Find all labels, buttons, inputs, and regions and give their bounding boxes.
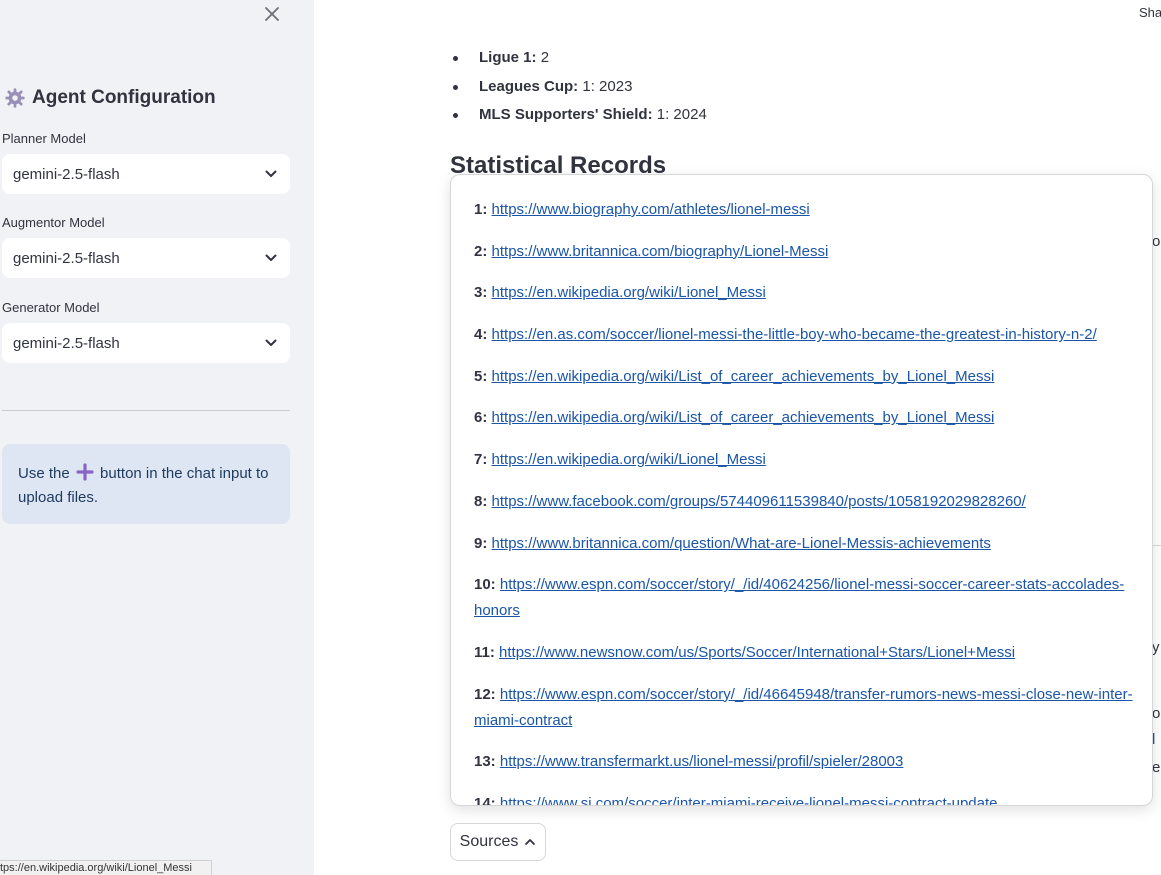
clipped-text-fragment: y [1152,639,1160,656]
chevron-down-icon [265,339,277,346]
list-item: Ligue 1: 2 [450,44,707,73]
source-item: 7: https://en.wikipedia.org/wiki/Lionel_… [474,447,1134,473]
generator-model-value: gemini-2.5-flash [13,334,120,352]
generator-model-label: Generator Model [2,300,100,315]
augmentor-model-value: gemini-2.5-flash [13,249,120,267]
gear-icon [5,88,25,108]
sources-popover: 1: https://www.biography.com/athletes/li… [450,174,1153,806]
source-link[interactable]: https://www.facebook.com/groups/57440961… [492,493,1026,510]
source-number: 2: [474,242,488,260]
source-link[interactable]: https://www.britannica.com/question/What… [492,535,991,552]
main-content: Sha Ligue 1: 2 Leagues Cup: 1: 2023 MLS … [314,0,1161,875]
source-link[interactable]: https://www.espn.com/soccer/story/_/id/4… [474,576,1124,619]
clipped-text-fragment: o [1152,233,1161,250]
source-number: 10: [474,576,496,594]
generator-model-select[interactable]: gemini-2.5-flash [2,323,290,363]
list-item-label: Leagues Cup: [479,77,579,95]
chevron-down-icon [265,170,277,177]
source-item: 4: https://en.as.com/soccer/lionel-messi… [474,322,1134,348]
list-item: MLS Supporters' Shield: 1: 2024 [450,101,707,130]
source-number: 14: [474,794,496,806]
source-number: 7: [474,451,488,469]
source-number: 9: [474,534,488,552]
source-item: 14: https://www.si.com/soccer/inter-miam… [474,791,1134,806]
planner-model-label: Planner Model [2,131,86,146]
source-item: 3: https://en.wikipedia.org/wiki/Lionel_… [474,280,1134,306]
source-link[interactable]: https://en.wikipedia.org/wiki/Lionel_Mes… [492,451,766,468]
source-link[interactable]: https://www.si.com/soccer/inter-miami-re… [500,795,998,805]
planner-model-select[interactable]: gemini-2.5-flash [2,154,290,194]
source-link[interactable]: https://www.newsnow.com/us/Sports/Soccer… [499,644,1015,661]
source-item: 10: https://www.espn.com/soccer/story/_/… [474,572,1134,624]
clipped-divider [1152,545,1161,546]
sources-button-label: Sources [459,833,519,850]
sources-button[interactable]: Sources [450,823,546,861]
status-bar-url: tps://en.wikipedia.org/wiki/Lionel_Messi [0,860,212,875]
source-number: 13: [474,753,496,771]
source-link[interactable]: https://www.espn.com/soccer/story/_/id/4… [474,686,1133,729]
share-button[interactable]: Sha [1139,5,1161,20]
augmentor-model-label: Augmentor Model [2,215,105,230]
source-link[interactable]: https://www.biography.com/athletes/lione… [492,201,810,218]
list-item: Leagues Cup: 1: 2023 [450,73,707,102]
close-icon [265,7,279,21]
list-item-value: 1: 2023 [582,77,633,95]
sidebar-divider [2,410,290,411]
source-number: 8: [474,492,488,510]
source-item: 9: https://www.britannica.com/question/W… [474,531,1134,557]
source-link[interactable]: https://en.as.com/soccer/lionel-messi-th… [492,326,1097,343]
source-item: 13: https://www.transfermarkt.us/lionel-… [474,749,1134,775]
source-number: 1: [474,201,488,218]
source-link[interactable]: https://en.wikipedia.org/wiki/List_of_ca… [492,368,995,385]
source-number: 11: [474,643,495,661]
source-link[interactable]: https://www.transfermarkt.us/lionel-mess… [500,753,904,770]
source-number: 6: [474,409,488,427]
info-text-before: Use the [18,465,70,482]
source-item: 5: https://en.wikipedia.org/wiki/List_of… [474,364,1134,390]
source-number: 4: [474,326,488,344]
clipped-text-fragment: e [1152,759,1161,776]
sources-list: 1: https://www.biography.com/athletes/li… [474,197,1134,806]
source-number: 12: [474,685,496,703]
source-link[interactable]: https://en.wikipedia.org/wiki/List_of_ca… [492,409,995,426]
list-item-label: MLS Supporters' Shield: [479,106,653,124]
sidebar: Agent Configuration Planner Model gemini… [0,0,314,875]
chevron-up-icon [525,839,536,845]
source-item: 12: https://www.espn.com/soccer/story/_/… [474,682,1134,734]
sidebar-title: Agent Configuration [4,87,216,109]
augmentor-model-select[interactable]: gemini-2.5-flash [2,238,290,278]
plus-icon [76,463,94,481]
app: Agent Configuration Planner Model gemini… [0,0,1161,875]
source-item: 6: https://en.wikipedia.org/wiki/List_of… [474,405,1134,431]
sidebar-title-text: Agent Configuration [32,87,216,108]
close-sidebar-button[interactable] [262,4,282,24]
source-number: 3: [474,284,488,302]
list-item-value: 2 [540,49,550,66]
list-item-value: 1: 2024 [656,106,707,124]
source-item: 2: https://www.britannica.com/biography/… [474,239,1134,265]
clipped-text-fragment: o [1152,705,1161,722]
list-item-label: Ligue 1: [479,49,537,66]
source-item: 11: https://www.newsnow.com/us/Sports/So… [474,640,1134,666]
source-number: 5: [474,367,488,385]
source-item: 8: https://www.facebook.com/groups/57440… [474,489,1134,515]
chevron-down-icon [265,254,277,261]
source-link[interactable]: https://www.britannica.com/biography/Lio… [492,243,829,260]
planner-model-value: gemini-2.5-flash [13,165,120,183]
source-link[interactable]: https://en.wikipedia.org/wiki/Lionel_Mes… [492,284,766,301]
upload-info-box: Use the button in the chat input to uplo… [2,444,290,524]
trophy-list: Ligue 1: 2 Leagues Cup: 1: 2023 MLS Supp… [450,44,707,130]
source-item: 1: https://www.biography.com/athletes/li… [474,197,1134,223]
